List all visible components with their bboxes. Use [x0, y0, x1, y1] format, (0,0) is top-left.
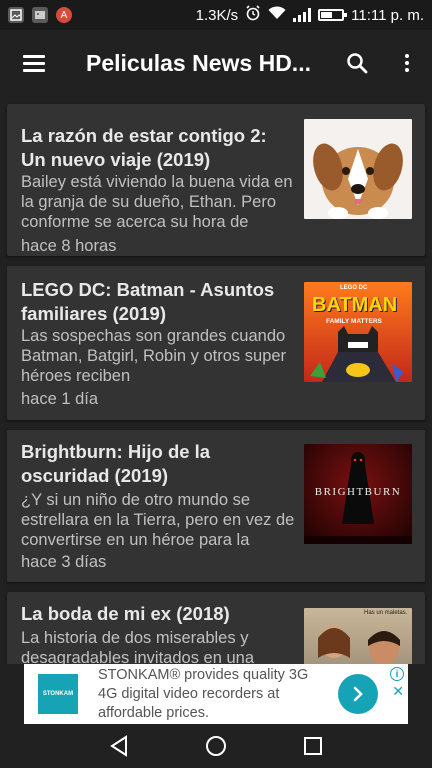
ad-close-icon[interactable]: ✕ [392, 683, 404, 700]
card-description: Las sospechas son grandes cuando Batman,… [21, 327, 287, 385]
menu-button[interactable] [0, 30, 68, 96]
wedding-poster-thumbnail: Has un maletas. [304, 608, 412, 664]
ad-logo: STONKAM [38, 674, 78, 714]
network-speed: 1.3K/s [195, 6, 239, 24]
image-icon [8, 7, 24, 23]
card-description: Bailey está viviendo la buena vida en la… [21, 173, 293, 231]
ad-info-icon[interactable]: i [390, 667, 404, 681]
ad-text: STONKAM® provides quality 3G 4G digital … [98, 666, 309, 721]
ad-banner[interactable]: STONKAM STONKAM® provides quality 3G 4G … [24, 664, 408, 724]
news-card[interactable]: LEGO DC: Batman - Asuntos familiares (20… [7, 266, 425, 420]
ad-open-button[interactable] [338, 674, 378, 714]
system-nav-bar [0, 724, 432, 768]
notification-icons: A [8, 7, 72, 23]
card-time: hace 3 días [21, 553, 107, 571]
clock: 11:11 p. m. [351, 6, 424, 24]
card-title: La razón de estar contigo 2: Un nuevo vi… [21, 125, 267, 170]
search-button[interactable] [332, 30, 382, 96]
card-title: La boda de mi ex (2018) [21, 603, 230, 624]
app-title: Peliculas News HD... [86, 49, 311, 76]
poster-subtitle: FAMILY MATTERS [326, 318, 382, 325]
chevron-right-icon [353, 686, 363, 702]
brightburn-poster-thumbnail: BRIGHTBURN [304, 444, 412, 544]
photo-icon [32, 7, 48, 23]
account-icon: A [56, 7, 72, 23]
system-status: 1.3K/s 11:11 p. m. [196, 5, 424, 25]
app-bar: Peliculas News HD... [0, 30, 432, 96]
news-card[interactable]: La razón de estar contigo 2: Un nuevo vi… [7, 104, 425, 256]
more-vert-icon [405, 54, 409, 72]
home-button[interactable] [196, 726, 236, 766]
signal-icon [293, 8, 312, 22]
more-options-button[interactable] [382, 30, 432, 96]
recents-button[interactable] [293, 726, 333, 766]
recents-square-icon [304, 737, 323, 755]
poster-title: BRIGHTBURN [314, 486, 402, 498]
card-description: ¿Y si un niño de otro mundo se estrellar… [21, 491, 295, 549]
news-feed[interactable]: La razón de estar contigo 2: Un nuevo vi… [0, 96, 432, 664]
search-icon [347, 53, 368, 74]
dog-poster-thumbnail [304, 119, 412, 219]
card-description: La historia de dos miserables y desagrad… [21, 629, 255, 664]
card-title: LEGO DC: Batman - Asuntos familiares (20… [21, 279, 275, 324]
back-triangle-icon [109, 735, 127, 757]
back-button[interactable] [99, 726, 139, 766]
news-card[interactable]: La boda de mi ex (2018) La historia de d… [7, 592, 425, 664]
batman-poster-thumbnail: LEGO DC BATMAN FAMILY MATTERS [304, 282, 412, 382]
home-circle-icon [205, 736, 226, 756]
news-card[interactable]: Brightburn: Hijo de la oscuridad (2019) … [7, 430, 425, 582]
battery-icon [318, 9, 348, 21]
card-title: Brightburn: Hijo de la oscuridad (2019) [21, 441, 211, 486]
status-bar: A 1.3K/s 11:11 p. m. [0, 0, 432, 30]
wifi-icon [268, 6, 286, 24]
alarm-icon [245, 5, 261, 25]
card-time: hace 8 horas [21, 237, 117, 255]
hamburger-menu-icon [23, 55, 45, 72]
card-time: hace 1 día [21, 390, 99, 408]
poster-brand: LEGO DC [340, 285, 368, 291]
poster-title: BATMAN [312, 294, 398, 316]
